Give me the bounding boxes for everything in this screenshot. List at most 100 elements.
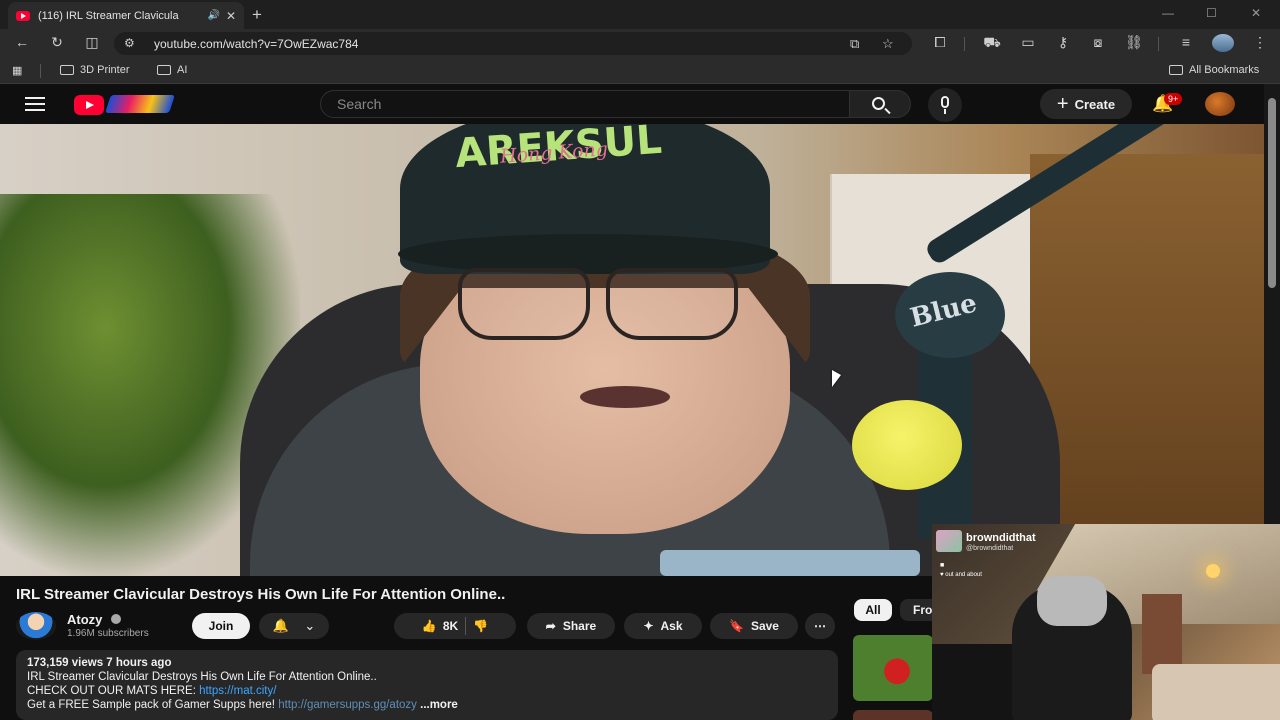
glasses-right-lens	[606, 268, 738, 340]
description-gamersupps-text: Get a FREE Sample pack of Gamer Supps he…	[27, 699, 279, 711]
webcam-overlay: browndidthat @browndidthat ■ ♥ out and a…	[932, 524, 1280, 720]
notification-count-badge: 9+	[1164, 93, 1183, 105]
plus-icon: +	[1056, 93, 1069, 115]
video-scene-wardrobe	[1030, 154, 1264, 576]
extensions-icon[interactable]: ⧠	[930, 34, 950, 51]
ask-button[interactable]: ✦ Ask	[624, 613, 702, 639]
bookmark-icon: 🔖	[729, 619, 744, 633]
webcam-scene-lamp	[1206, 564, 1220, 578]
toolbar-divider	[1158, 37, 1159, 51]
youtube-doodle-logo[interactable]	[105, 95, 175, 113]
share-label: Share	[562, 619, 597, 633]
minimize-window-icon[interactable]: —	[1162, 6, 1174, 20]
channel-avatar[interactable]	[16, 612, 56, 640]
verified-badge-icon	[111, 614, 121, 624]
save-button[interactable]: 🔖 Save	[710, 613, 798, 639]
ask-label: Ask	[660, 619, 683, 633]
extension-screenshot-icon[interactable]: ⧇	[1088, 34, 1108, 51]
bookmark-folder-3d-printer[interactable]: 3D Printer	[60, 64, 130, 76]
youtube-logo-icon[interactable]	[74, 95, 104, 115]
description-line-1: IRL Streamer Clavicular Destroys His Own…	[27, 671, 377, 683]
webcam-handle: @browndidthat	[966, 545, 1014, 552]
view-count-and-date: 173,159 views 7 hours ago	[27, 657, 172, 669]
subscription-notifications-button[interactable]: 🔔 ⌄	[259, 613, 329, 639]
like-button[interactable]: 👍 8K	[422, 619, 458, 633]
all-bookmarks-button[interactable]: All Bookmarks	[1169, 64, 1259, 76]
tab-title: (116) IRL Streamer Clavicula	[38, 9, 179, 22]
folder-icon	[157, 65, 171, 75]
bookmark-star-icon[interactable]: ☆	[882, 36, 894, 52]
recommended-video-thumbnail[interactable]	[853, 635, 933, 701]
channel-name[interactable]: Atozy	[67, 612, 102, 627]
browser-tab-bar: (116) IRL Streamer Clavicula 🔊 ✕ + — ☐ ✕	[0, 0, 1280, 29]
address-bar[interactable]: ⚙ youtube.com/watch?v=7OwEZwac784 ⧉ ☆	[114, 32, 912, 55]
dislike-button[interactable]: 👎	[473, 619, 488, 633]
profile-avatar-icon[interactable]	[1212, 34, 1234, 52]
browser-menu-icon[interactable]: ⋮	[1250, 34, 1270, 51]
description-more-button[interactable]: ...more	[420, 699, 458, 711]
split-view-icon[interactable]: ◫	[82, 34, 102, 51]
search-button[interactable]	[849, 90, 911, 118]
thumbs-down-icon: 👎	[473, 619, 489, 633]
account-avatar[interactable]	[1205, 92, 1235, 116]
site-info-icon[interactable]: ⚙	[124, 36, 135, 50]
mat-city-link[interactable]: https://mat.city/	[199, 685, 276, 697]
video-title: IRL Streamer Clavicular Destroys His Own…	[16, 586, 506, 603]
guide-menu-icon[interactable]	[25, 97, 45, 115]
bookmark-folder-ai[interactable]: AI	[157, 64, 187, 76]
reload-icon[interactable]: ↻	[47, 34, 67, 51]
extension-link-icon[interactable]: ⛓	[1124, 34, 1144, 51]
audio-playing-icon[interactable]: 🔊	[207, 10, 219, 21]
voice-search-button[interactable]	[928, 88, 962, 122]
glasses-left-lens	[458, 268, 590, 340]
apps-grid-icon[interactable]: ▦	[12, 64, 22, 77]
youtube-masthead: Search + Create 🔔 9+	[0, 84, 1280, 124]
mouse-cursor-icon	[832, 370, 841, 387]
more-actions-button[interactable]: ⋯	[805, 613, 835, 639]
share-button[interactable]: ➦ Share	[527, 613, 615, 639]
page-scrollbar[interactable]	[1264, 84, 1280, 524]
video-player[interactable]: AREKSUL Hong Kong Blue	[0, 124, 1264, 576]
join-button[interactable]: Join	[192, 613, 250, 639]
folder-icon	[1169, 65, 1183, 75]
install-app-icon[interactable]: ⧉	[850, 36, 859, 52]
youtube-favicon-icon	[16, 10, 30, 21]
close-window-icon[interactable]: ✕	[1251, 6, 1261, 20]
webcam-scene-chair-headrest	[1037, 576, 1107, 626]
more-horizontal-icon: ⋯	[814, 619, 826, 633]
save-label: Save	[750, 619, 779, 633]
video-scene-desk	[660, 550, 920, 576]
search-input[interactable]: Search	[320, 90, 850, 118]
description-line-2: CHECK OUT OUR MATS HERE: https://mat.cit…	[27, 684, 827, 698]
media-controls-icon[interactable]: ≡	[1176, 34, 1196, 50]
sparkle-icon: ✦	[643, 619, 654, 633]
back-icon[interactable]: ←	[12, 34, 32, 50]
microphone-icon	[941, 96, 949, 108]
video-scene-mouth	[580, 386, 670, 408]
extension-card-icon[interactable]: ▭	[1018, 34, 1038, 51]
recommended-video-thumbnail[interactable]	[853, 710, 933, 720]
maximize-window-icon[interactable]: ☐	[1206, 6, 1217, 20]
description-mats-text: CHECK OUT OUR MATS HERE:	[27, 685, 200, 697]
filter-chip-all[interactable]: All	[854, 599, 892, 621]
new-tab-button[interactable]: +	[252, 5, 262, 25]
subscriber-count: 1.96M subscribers	[67, 628, 149, 639]
like-count: 8K	[442, 619, 459, 633]
search-icon	[872, 97, 885, 110]
scrollbar-thumb[interactable]	[1268, 98, 1276, 288]
webcam-profile-avatar	[936, 530, 962, 552]
webcam-status-line: ■	[940, 562, 945, 569]
browser-tab[interactable]: (116) IRL Streamer Clavicula 🔊 ✕	[8, 2, 244, 29]
create-button[interactable]: + Create	[1040, 89, 1132, 119]
extension-car-icon[interactable]: ⛟	[982, 34, 1002, 53]
close-tab-icon[interactable]: ✕	[226, 9, 236, 23]
all-bookmarks-label: All Bookmarks	[1189, 64, 1260, 76]
extension-key-icon[interactable]: ⚷	[1053, 34, 1073, 51]
webcam-scene-chimney	[1142, 594, 1182, 674]
microphone-stem	[944, 109, 946, 114]
url-text: youtube.com/watch?v=7OwEZwac784	[154, 37, 359, 51]
bookmarks-divider	[40, 64, 41, 78]
gamersupps-link[interactable]: http://gamersupps.gg/atozy	[278, 699, 417, 711]
toolbar-divider	[964, 37, 965, 51]
video-description[interactable]: 173,159 views 7 hours ago IRL Streamer C…	[16, 650, 838, 720]
